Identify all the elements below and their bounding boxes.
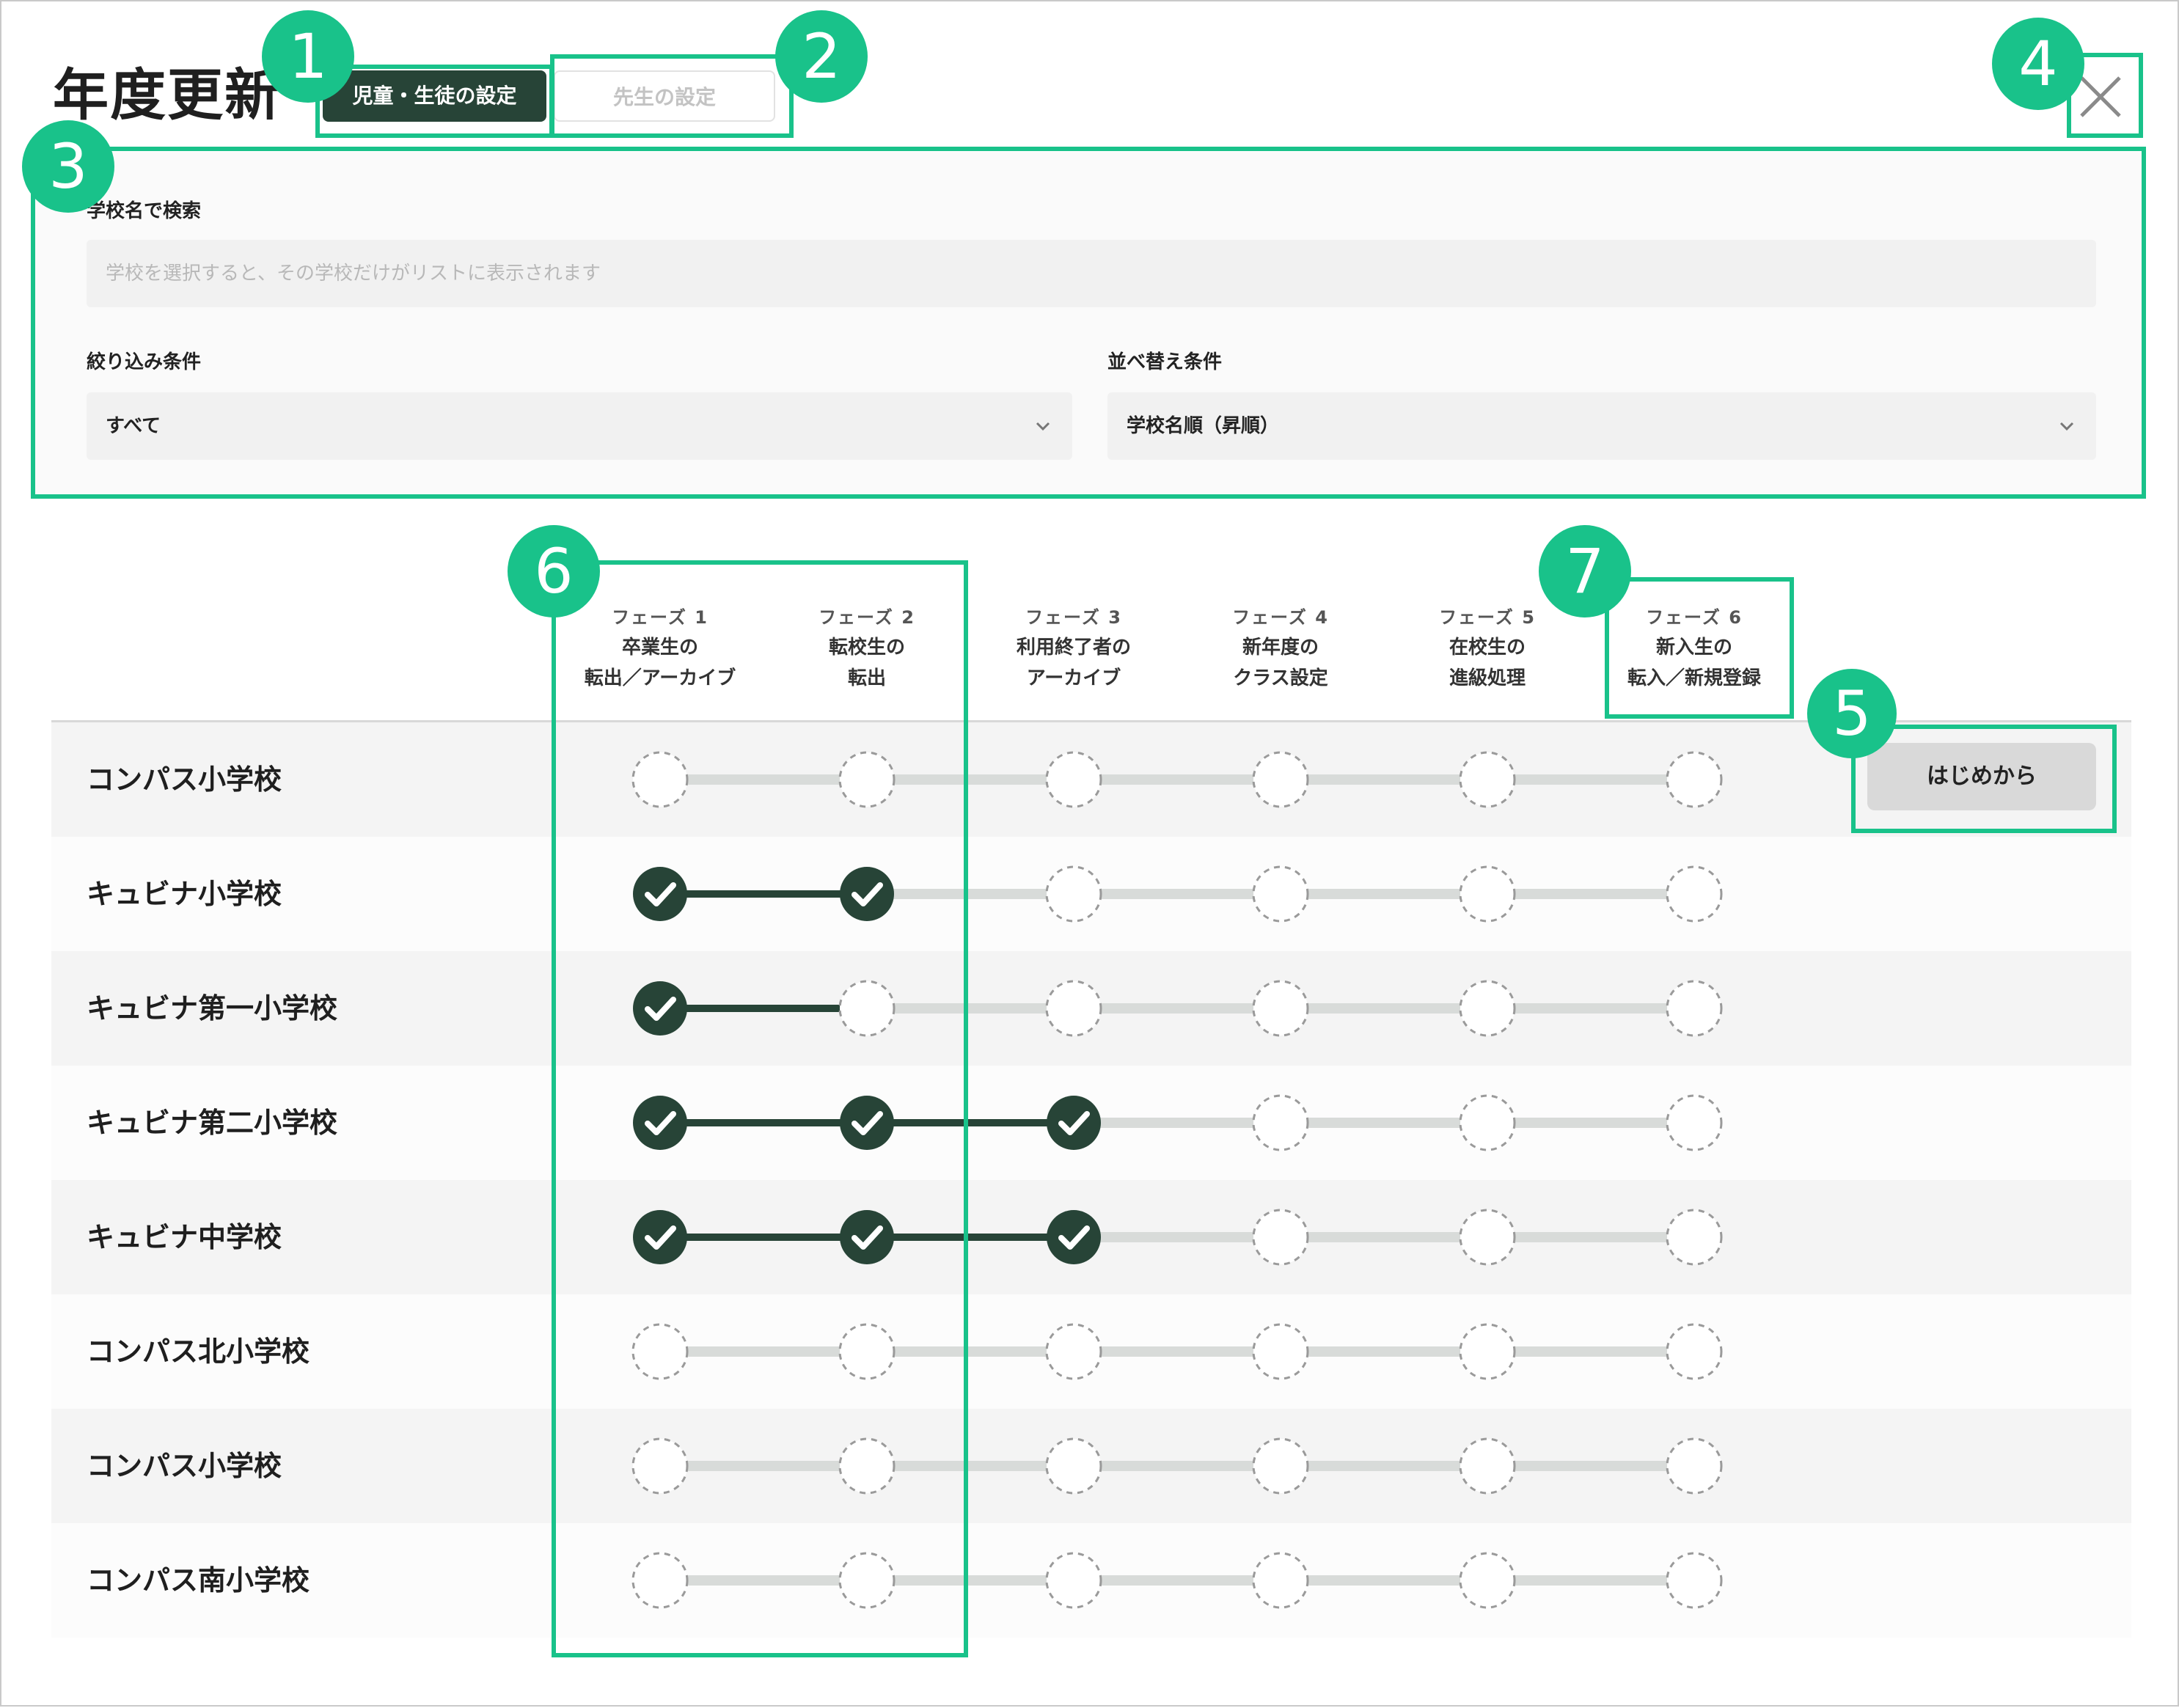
school-name: コンパス小学校 — [87, 1450, 282, 1482]
step-pending-icon — [1459, 1552, 1516, 1609]
step-completed-icon — [1047, 1210, 1101, 1264]
step-pending-icon — [1666, 1209, 1723, 1266]
step-pending-icon — [1252, 865, 1309, 923]
step-pending-icon — [1459, 1094, 1516, 1151]
step-pending-icon — [1252, 751, 1309, 808]
step-pending-icon — [1666, 980, 1723, 1037]
step-pending-icon — [1045, 751, 1102, 808]
phase-name-line2: 進級処理 — [1449, 667, 1526, 689]
step-pending-icon — [1045, 1323, 1102, 1380]
page-title: 年度更新 — [53, 62, 282, 128]
step-pending-icon — [1459, 980, 1516, 1037]
step-pending-icon — [1045, 1552, 1102, 1609]
annotation-badge-2: 2 — [775, 10, 868, 103]
school-name: キュビナ中学校 — [87, 1221, 282, 1253]
phase-header-5: フェーズ 5 在校生の 進級処理 — [1385, 603, 1590, 694]
annotation-badge-3: 3 — [22, 120, 114, 213]
step-pending-icon — [1459, 865, 1516, 923]
annotation-badge-4: 4 — [1992, 18, 2084, 110]
app-window: 年度更新 児童・生徒の設定 先生の設定 学校名で検索 学校を選択すると、その学校… — [0, 0, 2179, 1707]
school-name: キュビナ第二小学校 — [87, 1107, 338, 1139]
school-name: コンパス南小学校 — [87, 1564, 310, 1597]
step-pending-icon — [1666, 751, 1723, 808]
school-name: コンパス小学校 — [87, 763, 282, 796]
school-name: キュビナ第一小学校 — [87, 992, 338, 1025]
annotation-box-6 — [552, 560, 968, 1657]
phase-name-line2: クラス設定 — [1233, 667, 1328, 689]
step-pending-icon — [1252, 1552, 1309, 1609]
step-pending-icon — [1459, 1209, 1516, 1266]
phase-name-line1: 在校生の — [1449, 637, 1526, 659]
step-pending-icon — [1666, 1094, 1723, 1151]
step-completed-icon — [1047, 1096, 1101, 1150]
step-pending-icon — [1252, 1094, 1309, 1151]
step-pending-icon — [1252, 1209, 1309, 1266]
phase-header-4: フェーズ 4 新年度の クラス設定 — [1178, 603, 1383, 694]
annotation-box-2 — [550, 54, 794, 138]
annotation-box-3 — [31, 147, 2146, 499]
step-pending-icon — [1666, 865, 1723, 923]
annotation-badge-7: 7 — [1539, 525, 1631, 617]
step-pending-icon — [1666, 1323, 1723, 1380]
annotation-badge-6: 6 — [508, 525, 600, 617]
step-pending-icon — [1666, 1437, 1723, 1495]
step-pending-icon — [1045, 865, 1102, 923]
annotation-badge-1: 1 — [262, 10, 354, 103]
step-pending-icon — [1045, 980, 1102, 1037]
phase-number: フェーズ 4 — [1232, 607, 1329, 628]
phase-header-3: フェーズ 3 利用終了者の アーカイブ — [971, 603, 1176, 694]
step-pending-icon — [1252, 1437, 1309, 1495]
phase-name-line1: 利用終了者の — [1016, 637, 1131, 659]
phase-name-line2: アーカイブ — [1026, 667, 1121, 689]
step-pending-icon — [1252, 1323, 1309, 1380]
step-pending-icon — [1045, 1437, 1102, 1495]
annotation-badge-5: 5 — [1807, 669, 1897, 758]
school-name: コンパス北小学校 — [87, 1335, 310, 1368]
annotation-box-7 — [1605, 577, 1794, 719]
step-pending-icon — [1459, 1323, 1516, 1380]
phase-name-line1: 新年度の — [1242, 637, 1319, 659]
step-pending-icon — [1666, 1552, 1723, 1609]
school-name: キュビナ小学校 — [87, 878, 282, 910]
phase-number: フェーズ 3 — [1025, 607, 1122, 628]
step-pending-icon — [1459, 751, 1516, 808]
annotation-box-5 — [1851, 725, 2117, 833]
step-pending-icon — [1252, 980, 1309, 1037]
step-pending-icon — [1459, 1437, 1516, 1495]
annotation-box-1 — [315, 65, 554, 138]
